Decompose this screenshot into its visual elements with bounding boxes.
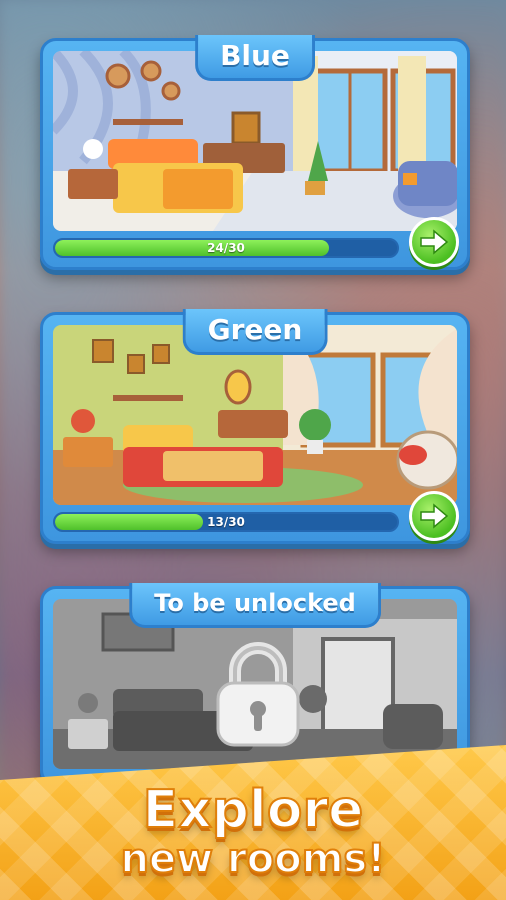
promo-line-1: Explore — [142, 779, 365, 841]
room-card-blue[interactable]: Blue 24/30 — [40, 35, 470, 270]
room-progress-bar: 24/30 — [53, 238, 399, 258]
padlock-icon — [213, 641, 303, 751]
room-title: Blue — [195, 35, 315, 81]
arrow-right-icon — [420, 503, 449, 529]
room-title: To be unlocked — [129, 583, 381, 628]
promo-line-2: new rooms! — [120, 835, 387, 883]
room-card-green[interactable]: Green 13/30 — [40, 309, 470, 544]
room-progress-bar: 13/30 — [53, 512, 399, 532]
arrow-right-icon — [420, 229, 449, 255]
progress-label: 13/30 — [207, 515, 245, 529]
room-title: Green — [182, 309, 328, 355]
enter-room-button[interactable] — [409, 491, 459, 541]
progress-label: 24/30 — [207, 241, 245, 255]
enter-room-button[interactable] — [409, 217, 459, 267]
